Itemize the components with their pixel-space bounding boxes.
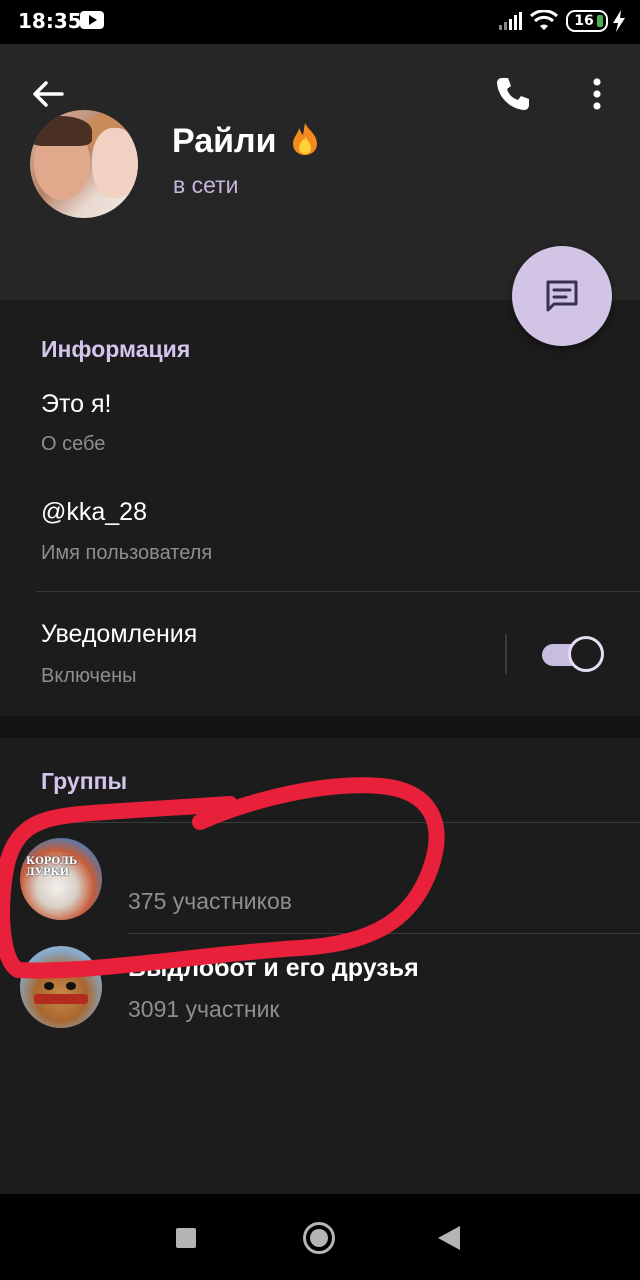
back-button[interactable] bbox=[438, 1226, 460, 1250]
divider bbox=[36, 591, 640, 592]
groups-section: Группы КОРОЛЬ ДУРКИ 375 участников Выдло… bbox=[0, 738, 640, 1194]
profile-name-row: Райли bbox=[172, 122, 320, 161]
bio-caption: О себе bbox=[41, 433, 106, 455]
group-name[interactable]: Выдлобот и его друзья bbox=[128, 954, 419, 983]
battery-icon: 16 bbox=[566, 10, 608, 32]
fire-emoji-icon bbox=[293, 123, 317, 155]
charging-bolt-icon bbox=[613, 10, 625, 32]
system-nav-bar bbox=[0, 1194, 640, 1280]
divider bbox=[128, 933, 640, 934]
status-time: 18:35 bbox=[18, 9, 82, 33]
wifi-icon bbox=[530, 10, 558, 30]
toggle-separator bbox=[505, 634, 507, 674]
notifications-label[interactable]: Уведомления bbox=[41, 620, 197, 649]
phone-icon[interactable] bbox=[492, 74, 532, 114]
notifications-toggle[interactable] bbox=[542, 636, 604, 672]
info-section-title: Информация bbox=[41, 336, 191, 362]
bio-value[interactable]: Это я! bbox=[41, 390, 111, 419]
info-section: Информация Это я! О себе @kka_28 Имя пол… bbox=[0, 300, 640, 716]
recents-button[interactable] bbox=[176, 1228, 196, 1248]
group-members-count: 375 участников bbox=[128, 888, 292, 914]
message-fab-button[interactable] bbox=[512, 246, 612, 346]
group-avatar-logo-text: КОРОЛЬ ДУРКИ bbox=[26, 856, 78, 878]
notifications-state: Включены bbox=[41, 665, 137, 687]
profile-name: Райли bbox=[172, 122, 277, 160]
groups-section-title: Группы bbox=[41, 768, 128, 794]
section-gap bbox=[0, 716, 640, 738]
group-members-count: 3091 участник bbox=[128, 996, 280, 1022]
more-vertical-icon[interactable] bbox=[584, 74, 610, 114]
group-avatar[interactable]: КОРОЛЬ ДУРКИ bbox=[20, 838, 102, 920]
status-bar: 18:35 16 bbox=[0, 0, 640, 44]
group-avatar[interactable] bbox=[20, 946, 102, 1028]
message-icon bbox=[546, 280, 578, 312]
battery-level: 16 bbox=[574, 13, 594, 29]
profile-avatar[interactable] bbox=[30, 110, 138, 218]
profile-status: в сети bbox=[173, 172, 239, 198]
signal-icon bbox=[499, 12, 522, 30]
back-arrow-icon[interactable] bbox=[28, 74, 68, 114]
youtube-icon bbox=[80, 11, 104, 29]
username-value[interactable]: @kka_28 bbox=[41, 498, 147, 527]
username-caption: Имя пользователя bbox=[41, 542, 213, 564]
home-button[interactable] bbox=[303, 1222, 335, 1254]
divider bbox=[36, 822, 640, 823]
